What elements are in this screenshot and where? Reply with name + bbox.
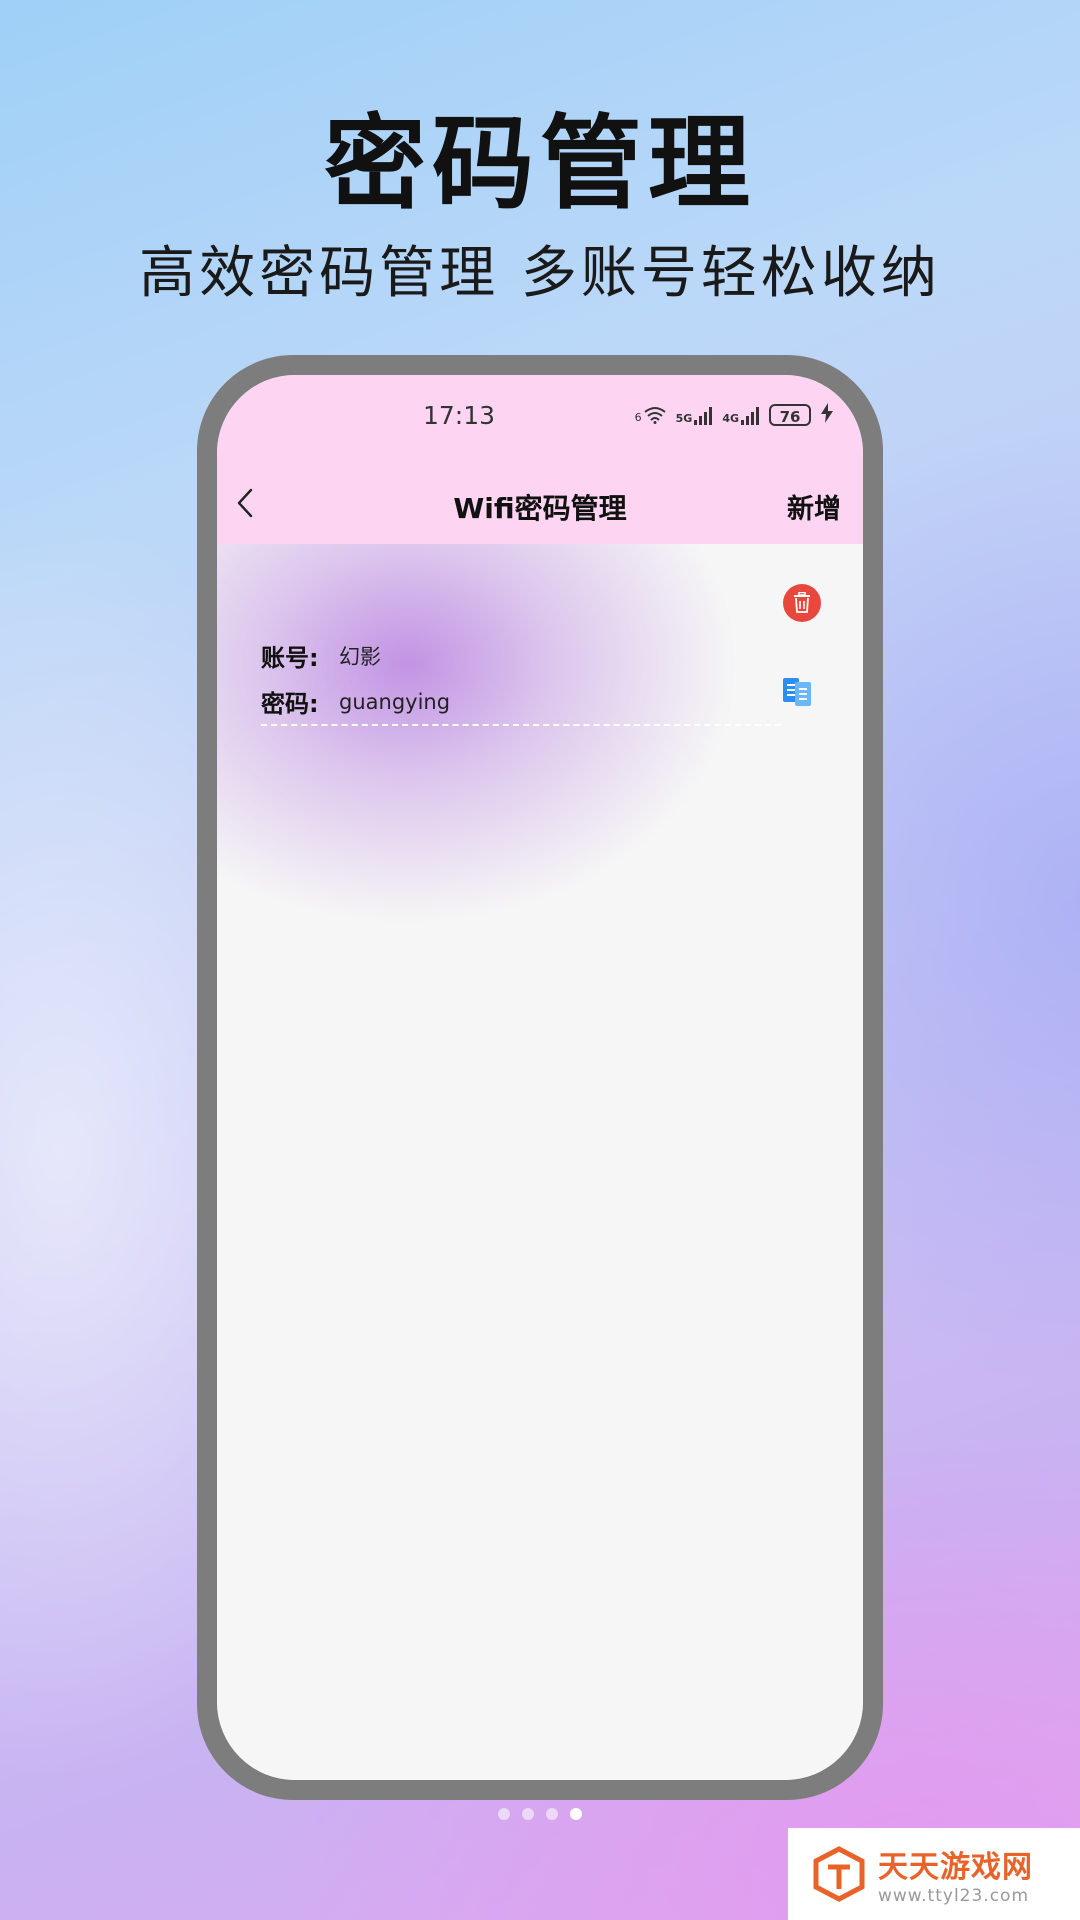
- content-area: 账号: 幻影 密码: guangying: [217, 544, 863, 1780]
- add-button[interactable]: 新增: [787, 487, 841, 526]
- nav-bar: Wifi密码管理 新增: [217, 465, 863, 544]
- page-dot-2[interactable]: [522, 1808, 534, 1820]
- charging-icon: [821, 403, 833, 427]
- password-label: 密码:: [261, 690, 319, 718]
- hero-title: 密码管理: [324, 105, 756, 224]
- battery-icon: 76: [769, 404, 811, 426]
- entry-divider: [261, 724, 781, 726]
- wifi-icon: 6: [635, 406, 666, 424]
- delete-button[interactable]: [783, 584, 821, 622]
- page-dot-1[interactable]: [498, 1808, 510, 1820]
- password-row: 密码: guangying: [261, 684, 450, 719]
- phone-screen: 17:13 6 5G 4G 76 Wifi密码管理 新增 账号: 幻影 密码: …: [217, 375, 863, 1780]
- signal-5g-label: 5G: [675, 412, 693, 425]
- page-title: Wifi密码管理: [453, 492, 627, 525]
- page-dot-4-active[interactable]: [570, 1808, 582, 1820]
- account-row: 账号: 幻影: [261, 638, 381, 673]
- signal-4g-icon: 4G: [722, 405, 759, 425]
- status-time: 17:13: [423, 401, 496, 430]
- signal-4g-label: 4G: [722, 412, 739, 425]
- watermark-text: 天天游戏网 www.ttyl23.com: [878, 1842, 1033, 1906]
- copy-icon[interactable]: [781, 674, 815, 708]
- signal-5g-icon: 5G: [676, 405, 713, 425]
- password-value: guangying: [339, 689, 451, 714]
- watermark-url: www.ttyl23.com: [878, 1886, 1030, 1906]
- status-icons: 6 5G 4G 76: [635, 403, 833, 427]
- page-dot-3[interactable]: [546, 1808, 558, 1820]
- wifi-label: 6: [634, 411, 642, 424]
- account-value: 幻影: [339, 644, 381, 669]
- watermark-name: 天天游戏网: [878, 1850, 1033, 1885]
- hero-subtitle: 高效密码管理 多账号轻松收纳: [139, 241, 941, 306]
- watermark-logo-icon: [813, 1846, 865, 1902]
- phone-frame: 17:13 6 5G 4G 76 Wifi密码管理 新增 账号: 幻影 密码: …: [197, 355, 883, 1800]
- account-label: 账号:: [261, 644, 319, 672]
- status-bar: 17:13 6 5G 4G 76: [217, 375, 863, 465]
- trash-icon: [794, 592, 810, 613]
- page-indicator: [0, 1808, 1080, 1820]
- password-entry-card: 账号: 幻影 密码: guangying: [261, 574, 821, 734]
- watermark: 天天游戏网 www.ttyl23.com: [788, 1828, 1080, 1920]
